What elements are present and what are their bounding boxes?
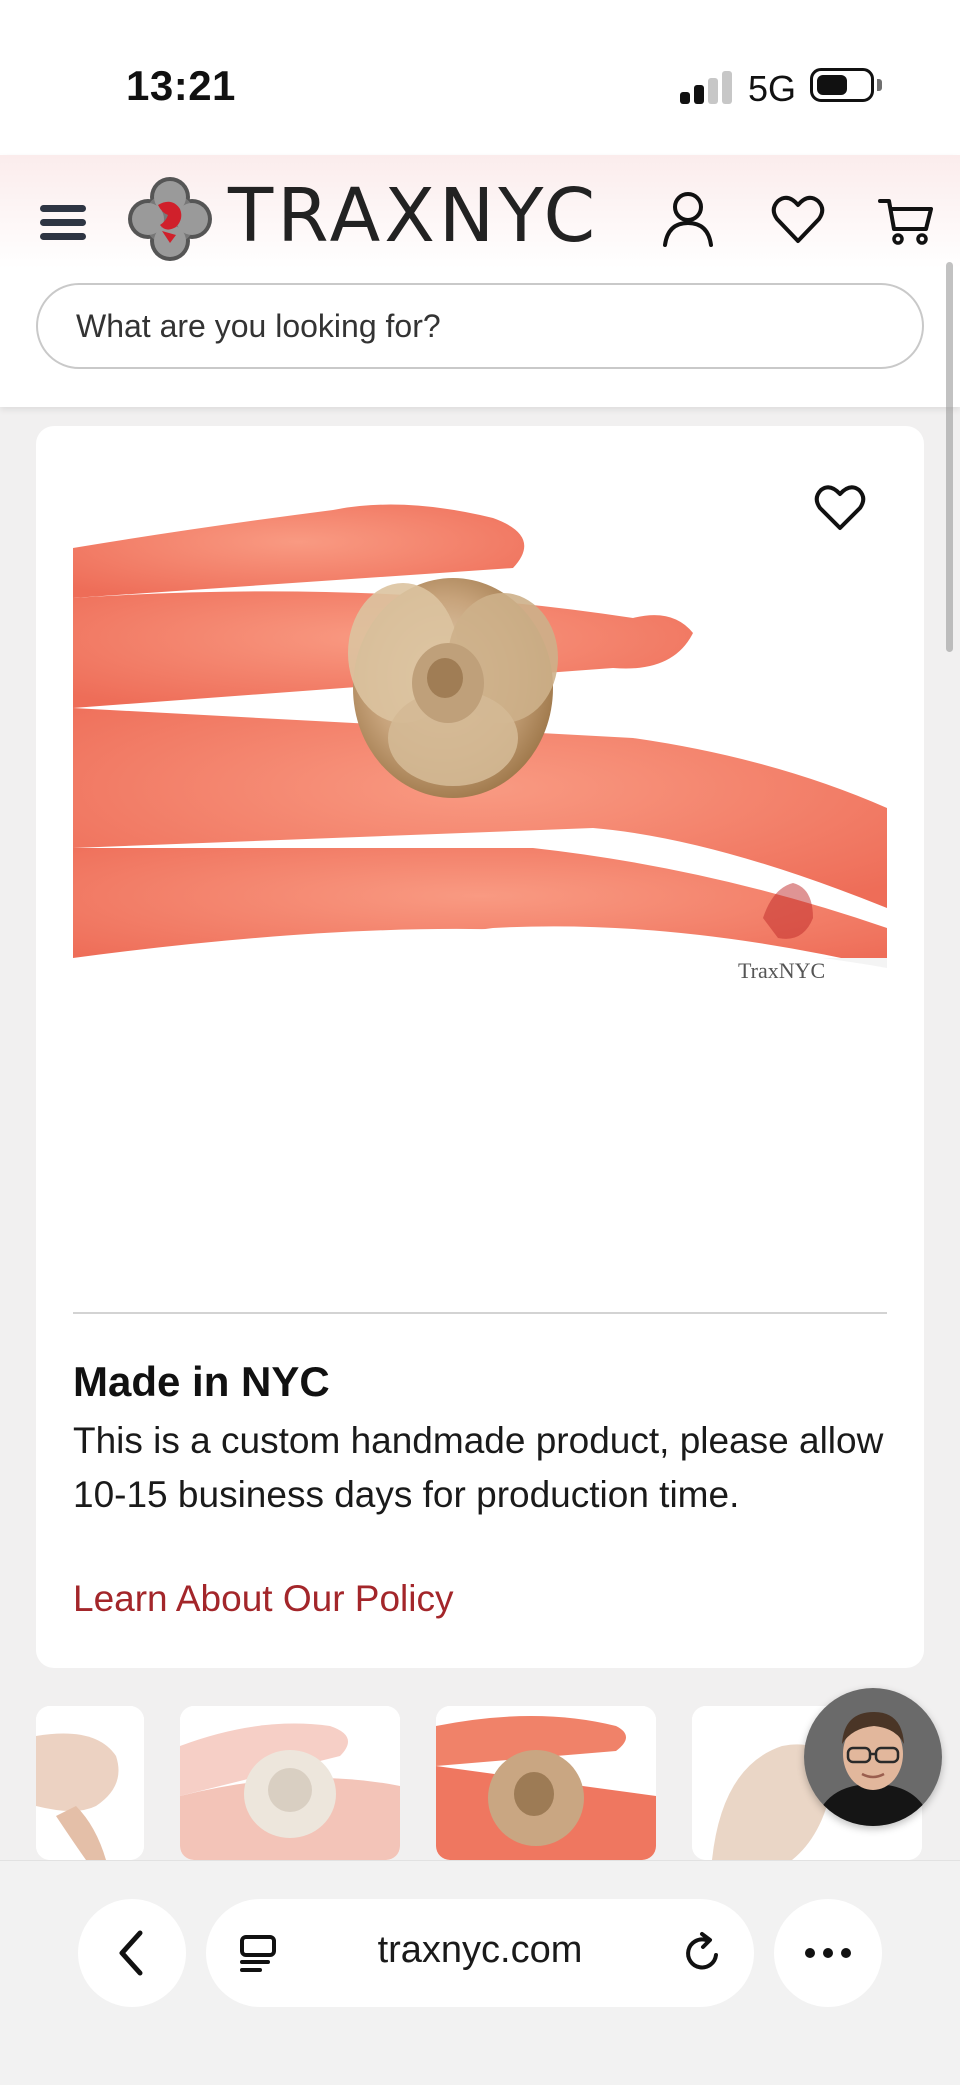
more-options-button[interactable] bbox=[774, 1899, 882, 2007]
production-notice: This is a custom handmade product, pleas… bbox=[73, 1420, 884, 1515]
wishlist-heart-icon[interactable] bbox=[768, 189, 828, 249]
account-icon[interactable] bbox=[658, 189, 718, 249]
thumbnail-3[interactable] bbox=[436, 1706, 656, 1860]
browser-toolbar: traxnyc.com bbox=[0, 1860, 960, 2085]
menu-icon[interactable] bbox=[40, 203, 88, 243]
address-bar[interactable]: traxnyc.com bbox=[206, 1899, 754, 2007]
battery-icon bbox=[810, 68, 874, 102]
url-text: traxnyc.com bbox=[377, 1929, 583, 1971]
chevron-left-icon bbox=[119, 1930, 143, 1976]
status-bar: 13:21 5G bbox=[0, 0, 960, 155]
cart-icon[interactable] bbox=[876, 189, 936, 249]
scrollbar[interactable] bbox=[946, 262, 953, 652]
policy-link[interactable]: Learn About Our Policy bbox=[73, 1578, 454, 1620]
more-dots-icon bbox=[805, 1948, 851, 1958]
logo-icon[interactable] bbox=[126, 175, 214, 263]
made-in-nyc-title: Made in NYC bbox=[73, 1358, 330, 1405]
status-time: 13:21 bbox=[126, 62, 236, 109]
image-watermark: TraxNYC bbox=[738, 958, 825, 983]
thumbnail-2[interactable] bbox=[180, 1706, 400, 1860]
product-card: TraxNYC Made in NYC This is a custom han… bbox=[36, 426, 924, 1668]
reload-icon[interactable] bbox=[680, 1931, 724, 1975]
signal-icon bbox=[680, 70, 732, 104]
divider bbox=[73, 1312, 887, 1314]
network-label: 5G bbox=[748, 68, 797, 109]
back-button[interactable] bbox=[78, 1899, 186, 2007]
search-input[interactable]: What are you looking for? bbox=[36, 283, 924, 369]
site-header: TRAXNYC What are you looking for? bbox=[0, 155, 960, 407]
thumbnail-1[interactable] bbox=[36, 1706, 144, 1860]
chat-agent-avatar[interactable] bbox=[804, 1688, 942, 1826]
battery-tip bbox=[877, 79, 882, 91]
favorite-heart-icon[interactable] bbox=[812, 480, 868, 532]
product-image[interactable]: TraxNYC bbox=[73, 488, 887, 990]
search-placeholder: What are you looking for? bbox=[76, 307, 441, 344]
brand-name[interactable]: TRAXNYC bbox=[228, 173, 599, 259]
